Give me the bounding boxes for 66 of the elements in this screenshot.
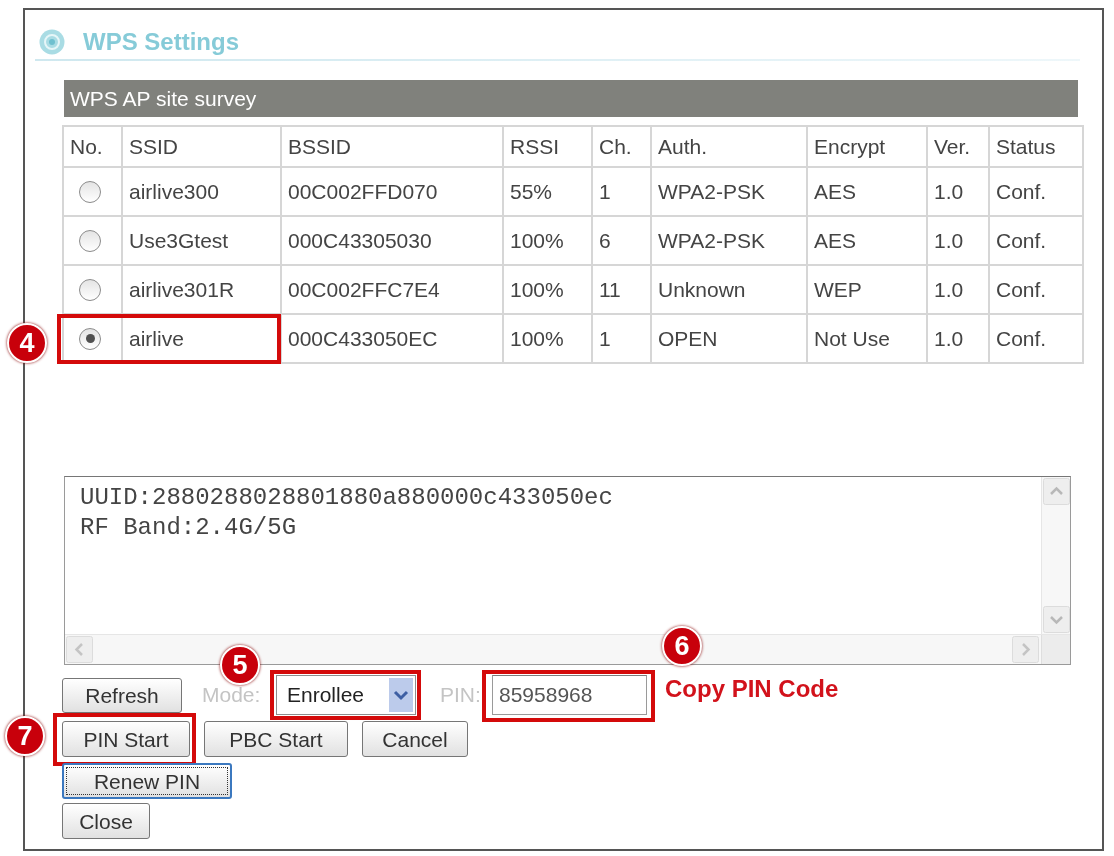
page-title: WPS Settings xyxy=(83,29,239,55)
copy-pin-note: Copy PIN Code xyxy=(665,675,839,703)
table-cell: 1.0 xyxy=(927,167,989,216)
table-cell: WPA2-PSK xyxy=(651,216,807,265)
details-line: RF Band:2.4G/5G xyxy=(80,513,298,543)
table-cell: 100% xyxy=(503,216,592,265)
table-cell: OPEN xyxy=(651,314,807,363)
column-header: SSID xyxy=(122,126,281,167)
table-cell: Unknown xyxy=(651,265,807,314)
action-button[interactable]: Renew PIN xyxy=(62,763,232,799)
radio-button[interactable] xyxy=(79,327,101,350)
table-cell: 1 xyxy=(592,167,651,216)
table-cell: AES xyxy=(807,167,927,216)
table-cell: WEP xyxy=(807,265,927,314)
table-cell: 1.0 xyxy=(927,314,989,363)
column-header: No. xyxy=(63,126,122,167)
table-cell: Not Use xyxy=(807,314,927,363)
table-cell: Conf. xyxy=(989,167,1083,216)
table-cell: 000C433050EC xyxy=(281,314,503,363)
section-header: WPS AP site survey xyxy=(64,80,1078,117)
action-button[interactable]: PBC Start xyxy=(204,721,348,757)
table-cell: 1.0 xyxy=(927,265,989,314)
table-cell: Conf. xyxy=(989,314,1083,363)
table-cell: Conf. xyxy=(989,216,1083,265)
table-cell: AES xyxy=(807,216,927,265)
table-cell: 100% xyxy=(503,265,592,314)
chevron-left-icon[interactable] xyxy=(66,636,93,663)
table-cell: 00C002FFC7E4 xyxy=(281,265,503,314)
table-cell: 00C002FFD070 xyxy=(281,167,503,216)
chevron-right-icon[interactable] xyxy=(1012,636,1039,663)
table-cell: airlive300 xyxy=(122,167,281,216)
column-header: Encrypt xyxy=(807,126,927,167)
radio-button[interactable] xyxy=(79,180,101,203)
column-header: RSSI xyxy=(503,126,592,167)
table-cell: airlive301R xyxy=(122,265,281,314)
radio-button[interactable] xyxy=(79,278,101,301)
callout-number: 5 xyxy=(220,645,260,685)
column-header: Ch. xyxy=(592,126,651,167)
callout-number: 4 xyxy=(7,323,47,363)
radio-button[interactable] xyxy=(79,229,101,252)
table-cell: 000C43305030 xyxy=(281,216,503,265)
table-cell: 100% xyxy=(503,314,592,363)
mode-label: Mode: xyxy=(202,682,262,709)
column-header: Status xyxy=(989,126,1083,167)
callout-number: 7 xyxy=(5,716,45,756)
table-cell: Use3Gtest xyxy=(122,216,281,265)
column-header: Ver. xyxy=(927,126,989,167)
action-button[interactable]: Close xyxy=(62,803,150,839)
table-cell: 1.0 xyxy=(927,216,989,265)
chevron-down-icon[interactable] xyxy=(1042,606,1070,633)
details-line: UUID:2880288028801880a880000c433050ec xyxy=(80,483,614,513)
column-header: BSSID xyxy=(281,126,503,167)
table-cell: 6 xyxy=(592,216,651,265)
action-button[interactable]: Cancel xyxy=(362,721,468,757)
circle-dot-icon xyxy=(39,29,65,55)
chevron-up-icon[interactable] xyxy=(1042,478,1070,505)
table-cell: WPA2-PSK xyxy=(651,167,807,216)
chevron-down-icon xyxy=(389,678,413,712)
table-cell: 1 xyxy=(592,314,651,363)
table-cell: 55% xyxy=(503,167,592,216)
column-header: Auth. xyxy=(651,126,807,167)
refresh-button[interactable]: Refresh xyxy=(62,677,182,713)
table-cell: 11 xyxy=(592,265,651,314)
pin-label: PIN: xyxy=(440,682,482,709)
table-cell: Conf. xyxy=(989,265,1083,314)
action-button[interactable]: PIN Start xyxy=(62,721,190,757)
